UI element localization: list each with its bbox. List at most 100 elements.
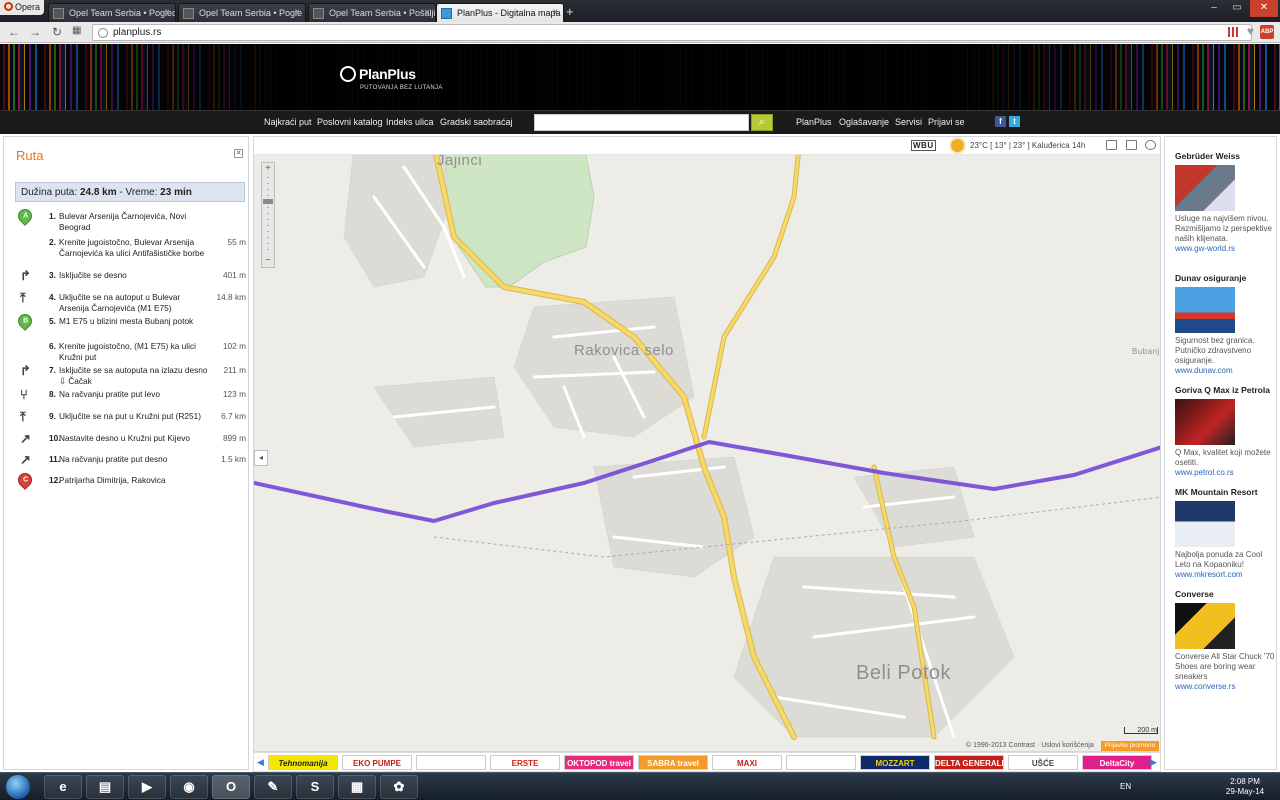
planplus-logo[interactable]: PlanPlus PUTOVANJA BEZ LUTANJA <box>340 66 442 91</box>
tab-close-icon[interactable]: × <box>294 7 300 18</box>
search-button[interactable]: ⌕ <box>751 114 773 131</box>
nav-city-transit[interactable]: Gradski saobraćaj <box>440 117 513 127</box>
map-copyright[interactable]: © 1996-2013 Contrast · Uslovi korišćenja <box>966 742 1094 749</box>
nav-street-index[interactable]: Indeks ulica <box>386 117 434 127</box>
step-text: Uključite se na autoput u Bulevar Arseni… <box>59 292 181 313</box>
route-length: 24.8 km <box>79 187 117 198</box>
ad-item[interactable]: Goriva Q Max iz Petrola Q Max, kvalitet … <box>1175 385 1275 478</box>
sponsor-banner[interactable]: SABRA travel <box>638 755 708 770</box>
fork-arrow-icon: ⑂ <box>20 387 28 402</box>
language-indicator[interactable]: EN <box>1120 782 1131 791</box>
banner-next-icon[interactable]: ▶ <box>1150 757 1157 768</box>
speed-dial-icon[interactable]: ▦ <box>72 25 81 36</box>
nav-planplus[interactable]: PlanPlus <box>796 117 832 127</box>
maximize-icon[interactable]: ▭ <box>1226 0 1248 17</box>
paint-icon[interactable]: ✿ <box>380 775 418 799</box>
nav-services[interactable]: Servisi <box>895 117 922 127</box>
ad-item[interactable]: Converse Converse All Star Chuck '70 Sho… <box>1175 589 1275 692</box>
calculator-icon[interactable]: ▦ <box>338 775 376 799</box>
sponsor-banner[interactable]: UŠĆE <box>1008 755 1078 770</box>
sponsor-banner[interactable]: MOZZART <box>860 755 930 770</box>
browser-tab-1[interactable]: Opel Team Serbia • Poglec × <box>48 3 176 22</box>
minimize-icon[interactable]: – <box>1203 0 1225 17</box>
banner-prev-icon[interactable]: ◀ <box>257 757 264 768</box>
merge-arrow-icon: ⤒ <box>20 409 26 424</box>
wrench-icon[interactable]: ✎ <box>254 775 292 799</box>
adblock-icon[interactable]: ABP <box>1260 25 1274 39</box>
browser-tab-3[interactable]: Opel Team Serbia • Pošalji × <box>308 3 436 22</box>
ad-item[interactable]: MK Mountain Resort Najbolja ponuda za Co… <box>1175 487 1275 580</box>
ad-image[interactable] <box>1175 603 1235 649</box>
zoom-slider-handle[interactable] <box>263 199 273 204</box>
nav-login[interactable]: Prijavi se <box>928 117 965 127</box>
sponsor-banner[interactable]: EKO PUMPE <box>342 755 412 770</box>
map-view[interactable]: Jajinci Rakovica selo Beli Potok Bubanj … <box>253 136 1161 752</box>
email-icon[interactable] <box>1126 140 1137 150</box>
skype-icon[interactable]: S <box>296 775 334 799</box>
sponsor-banner[interactable] <box>416 755 486 770</box>
url-field[interactable]: planplus.rs <box>92 24 1252 41</box>
sponsor-banner[interactable]: OKTOPOD travel <box>564 755 634 770</box>
twitter-icon[interactable]: t <box>1009 116 1020 127</box>
ad-image[interactable] <box>1175 399 1235 445</box>
railway <box>433 496 1160 558</box>
step-text: Krenite jugoistočno, Bulevar Arsenija Ča… <box>59 237 205 258</box>
ad-item[interactable]: Dunav osiguranje Sigurnost bez granica. … <box>1175 273 1275 376</box>
road-zemljoradnicka <box>702 145 801 439</box>
zoom-in-button[interactable]: + <box>262 163 274 175</box>
ad-item[interactable]: Gebrüder Weiss Usluge na najvišem nivou.… <box>1175 151 1275 254</box>
sponsor-banner[interactable] <box>786 755 856 770</box>
tab-close-icon[interactable]: × <box>552 7 558 18</box>
ad-image[interactable] <box>1175 501 1235 547</box>
opera-icon[interactable]: O <box>212 775 250 799</box>
place-label-rakovica-selo: Rakovica selo <box>574 342 674 359</box>
urban-block-beli-potok <box>733 556 1015 738</box>
forward-icon[interactable]: → <box>29 25 41 39</box>
sponsor-banner[interactable]: DELTA GENERALI <box>934 755 1004 770</box>
zoom-slider-rail[interactable] <box>267 177 269 253</box>
urban-block-nw <box>343 146 450 288</box>
opera-menu-button[interactable]: Opera <box>0 0 44 15</box>
map-canvas[interactable] <box>254 137 1161 752</box>
back-icon[interactable]: ← <box>8 25 20 39</box>
chrome-icon[interactable]: ◉ <box>170 775 208 799</box>
step-text: Na račvanju pratite put desno <box>59 454 168 464</box>
nav-shortest-route[interactable]: Najkraći put <box>264 117 312 127</box>
collapse-panel-button[interactable]: ◂ <box>254 450 268 466</box>
tab-close-icon[interactable]: × <box>424 7 430 18</box>
extensions-icon[interactable] <box>1228 27 1238 37</box>
site-navigation: Najkraći put Poslovni katalog Indeks uli… <box>0 110 1280 134</box>
facebook-icon[interactable]: f <box>995 116 1006 127</box>
nav-advertising[interactable]: Oglašavanje <box>839 117 889 127</box>
start-button[interactable] <box>6 775 30 799</box>
browser-tab-2[interactable]: Opel Team Serbia • Pogle × <box>178 3 306 22</box>
new-tab-button[interactable]: + <box>566 4 574 19</box>
sponsor-banner[interactable]: DeltaCity <box>1082 755 1152 770</box>
media-player-icon[interactable]: ▶ <box>128 775 166 799</box>
sponsor-banner[interactable]: MAXI <box>712 755 782 770</box>
link-icon[interactable] <box>1145 140 1156 150</box>
browser-tab-4-active[interactable]: PlanPlus - Digitalna mapa × <box>436 3 564 22</box>
ad-image[interactable] <box>1175 287 1235 333</box>
print-icon[interactable] <box>1106 140 1117 150</box>
reload-icon[interactable]: ↻ <box>52 25 62 39</box>
sponsor-banner[interactable]: ERSTE <box>490 755 560 770</box>
merge-arrow-icon: ⤒ <box>20 290 26 305</box>
step-text: Uključite se na put u Kružni put (R251) <box>59 411 202 421</box>
step-distance: 401 m <box>222 270 246 280</box>
report-change-button[interactable]: Prijavite promenu <box>1101 741 1159 751</box>
step-number: 5. <box>49 316 56 326</box>
tab-close-icon[interactable]: × <box>164 7 170 18</box>
tab-favicon-icon <box>183 8 194 19</box>
stash-heart-icon[interactable]: ♥ <box>1247 24 1254 38</box>
ad-image[interactable] <box>1175 165 1235 211</box>
search-input[interactable] <box>534 114 749 131</box>
close-window-icon[interactable]: ✕ <box>1250 0 1278 17</box>
close-icon[interactable]: ✕ <box>234 149 243 158</box>
system-clock[interactable]: 2:08 PM 29-May-14 <box>1220 777 1270 797</box>
sponsor-banner[interactable]: Tehnomanija <box>268 755 338 770</box>
nav-business-catalog[interactable]: Poslovni katalog <box>317 117 383 127</box>
ie-icon[interactable]: e <box>44 775 82 799</box>
zoom-out-button[interactable]: − <box>262 255 274 267</box>
explorer-icon[interactable]: ▤ <box>86 775 124 799</box>
